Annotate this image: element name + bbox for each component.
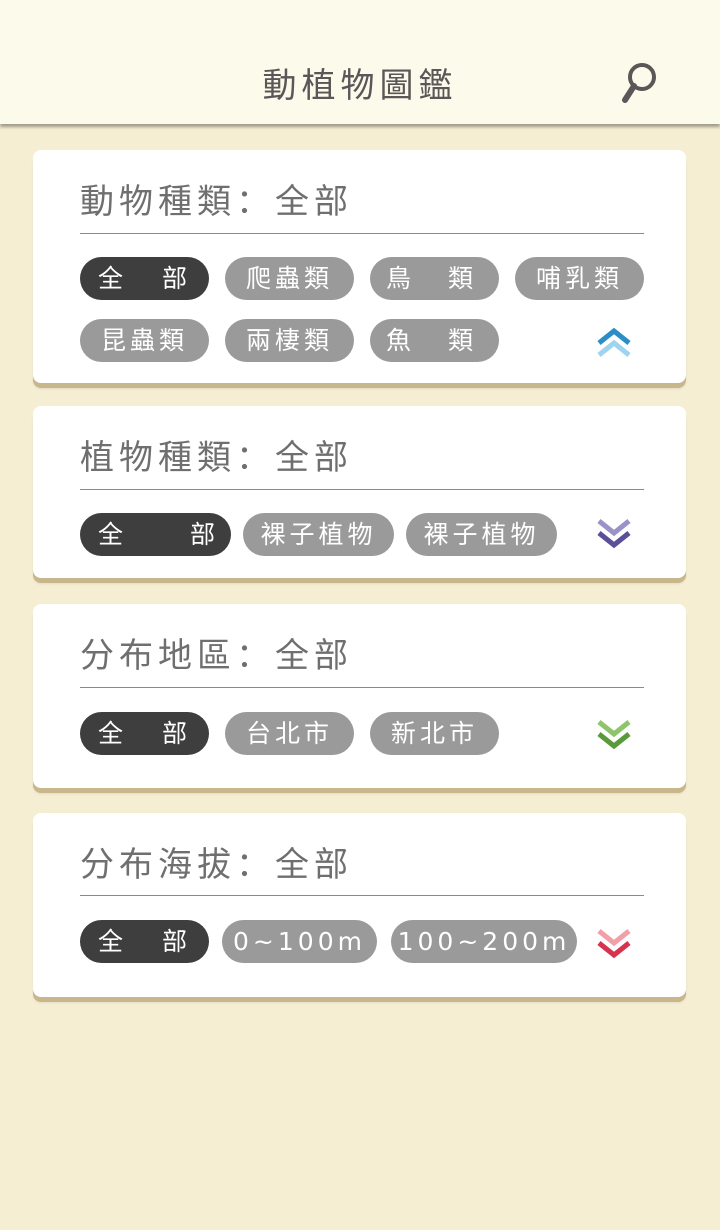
chip-plant-gymnosperm[interactable]: 裸子植物	[243, 513, 394, 556]
chevron-down-double-icon[interactable]	[594, 718, 634, 752]
chip-altitude-all[interactable]: 全部	[80, 920, 209, 963]
chevron-down-double-icon[interactable]	[594, 927, 634, 961]
divider	[80, 895, 644, 896]
chevron-up-double-icon[interactable]	[594, 325, 634, 359]
chip-animal-amphibian[interactable]: 兩棲類	[225, 319, 354, 362]
region-filter-card: 分布地區：全部 全部 台北市 新北市	[33, 604, 686, 788]
chevron-down-double-icon[interactable]	[594, 517, 634, 551]
plant-filter-card: 植物種類：全部 全部 裸子植物 裸子植物	[33, 406, 686, 578]
chip-region-all[interactable]: 全部	[80, 712, 209, 755]
chip-plant-all[interactable]: 全部	[80, 513, 231, 556]
altitude-filter-heading: 分布海拔：全部	[80, 845, 353, 885]
search-icon[interactable]	[620, 60, 660, 106]
chip-region-taipei[interactable]: 台北市	[225, 712, 354, 755]
divider	[80, 687, 644, 688]
chip-animal-insect[interactable]: 昆蟲類	[80, 319, 209, 362]
region-filter-heading: 分布地區：全部	[80, 636, 353, 676]
chip-altitude-0-100[interactable]: 0~100m	[222, 920, 377, 963]
divider	[80, 233, 644, 234]
animal-filter-heading: 動物種類：全部	[80, 182, 353, 222]
app-header: 動植物圖鑑	[0, 0, 720, 124]
altitude-filter-card: 分布海拔：全部 全部 0~100m 100~200m	[33, 813, 686, 997]
chip-animal-bird[interactable]: 鳥類	[370, 257, 499, 300]
animal-filter-card: 動物種類：全部 全部 爬蟲類 鳥類 哺乳類 昆蟲類 兩棲類 魚類	[33, 150, 686, 383]
chip-animal-mammal[interactable]: 哺乳類	[515, 257, 644, 300]
app-title: 動植物圖鑑	[262, 66, 458, 106]
divider	[80, 489, 644, 490]
chip-altitude-100-200[interactable]: 100~200m	[391, 920, 577, 963]
chip-region-new-taipei[interactable]: 新北市	[370, 712, 499, 755]
chip-animal-all[interactable]: 全部	[80, 257, 209, 300]
chip-plant-gymnosperm-2[interactable]: 裸子植物	[406, 513, 557, 556]
chip-animal-reptile[interactable]: 爬蟲類	[225, 257, 354, 300]
chip-animal-fish[interactable]: 魚類	[370, 319, 499, 362]
plant-filter-heading: 植物種類：全部	[80, 438, 353, 478]
